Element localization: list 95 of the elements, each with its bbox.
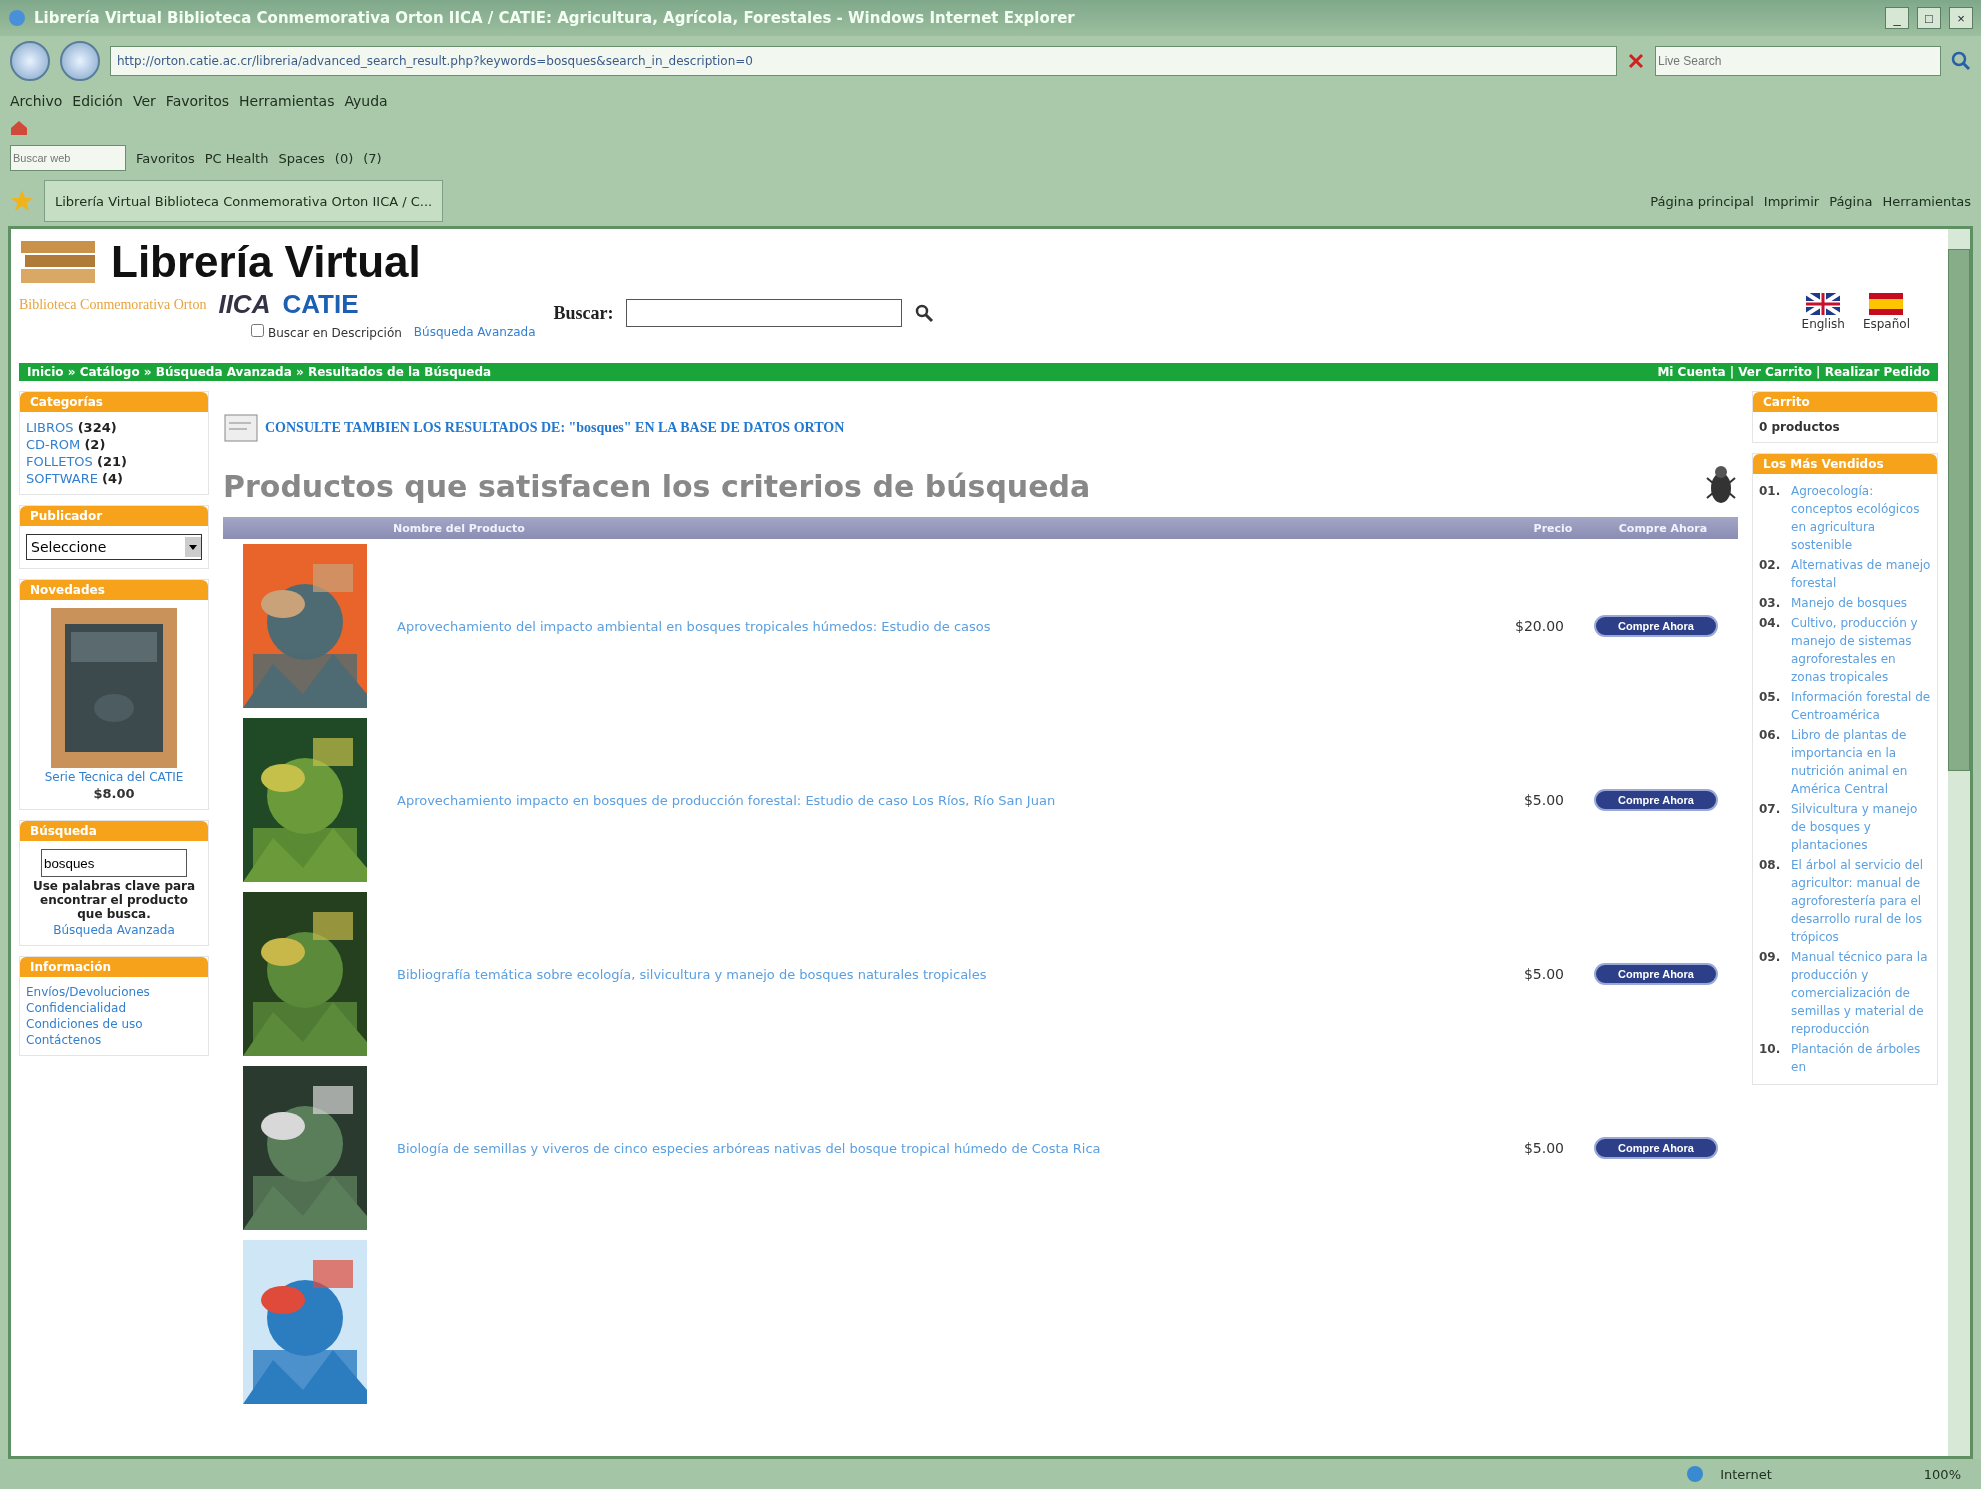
buy-now-button[interactable]: Compre Ahora [1594, 615, 1718, 637]
product-price: $20.00 [1514, 618, 1564, 634]
box-title: Publicador [20, 506, 208, 526]
info-link[interactable]: Confidencialidad [26, 1001, 127, 1015]
rank-number: 04. [1759, 615, 1782, 632]
rank-number: 06. [1759, 727, 1782, 744]
menu-item[interactable]: Ayuda [344, 93, 388, 109]
category-link[interactable]: FOLLETOS (21) [26, 454, 127, 469]
advanced-search-link[interactable]: Búsqueda Avanzada [53, 923, 175, 937]
search-icon[interactable] [913, 303, 934, 323]
window-control-button[interactable]: _ [1885, 7, 1909, 29]
partner-logo: CATIE [282, 289, 359, 320]
orton-results-link[interactable]: CONSULTE TAMBIEN LOS RESULTADOS DE: "bosques" EN LA BASE DE DATOS ORTON [265, 420, 845, 436]
column-header: Compre Ahora [1617, 521, 1709, 535]
menu-item[interactable]: Ver [133, 93, 156, 109]
page-heading: Productos que satisfacen los criterios de búsqueda [223, 468, 1091, 504]
command-bar-item[interactable]: Página principal [1650, 193, 1754, 209]
rank-number: 10. [1759, 1041, 1782, 1058]
publisher-select[interactable]: Seleccione [26, 534, 202, 560]
toolbar-item[interactable]: (0) [334, 150, 354, 166]
browser-tab[interactable]: Librería Virtual Biblioteca Conmemorativa Orton IICA / C... [44, 180, 444, 222]
browser-icon [8, 9, 26, 27]
site-subtitle: Biblioteca Conmemorativa Orton [19, 296, 207, 313]
command-bar-item[interactable]: Herramientas [1882, 193, 1971, 209]
home-icon[interactable] [10, 120, 28, 136]
box-title: Novedades [20, 580, 208, 600]
scrollbar[interactable] [1948, 229, 1970, 1456]
box-title: Carrito [1753, 392, 1937, 412]
account-links: Mi Cuenta | Ver Carrito | Realizar Pedido [1657, 365, 1930, 379]
toolbar-item[interactable]: PC Health [204, 150, 269, 166]
search-help: Use palabras clave para encontrar el producto que busca. [31, 879, 197, 921]
spain-flag-icon[interactable] [1869, 293, 1904, 315]
rank-number: 09. [1759, 949, 1782, 966]
menu-item[interactable]: Edición [72, 93, 123, 109]
info-link[interactable]: Envíos/Devoluciones [26, 985, 150, 999]
checkbox-label: Buscar en Descripción [268, 326, 402, 340]
product-price: $8.00 [93, 786, 135, 801]
rank-number: 07. [1759, 801, 1782, 818]
product-link[interactable]: Serie Tecnica del CATIE [44, 770, 184, 784]
description-checkbox[interactable] [251, 324, 264, 337]
window-title: Librería Virtual Biblioteca Conmemorativa Orton IICA / CATIE: Agricultura, Agrícola, Forestales - Windows Internet Explorer [34, 9, 1076, 27]
rank-number: 01. [1759, 483, 1782, 500]
column-header: Nombre del Producto [392, 521, 526, 535]
document-icon [223, 413, 259, 443]
quick-search-field[interactable]: bosques [41, 849, 187, 877]
search-field[interactable]: Live Search [1655, 46, 1941, 76]
address-field[interactable]: http://orton.catie.ac.cr/libreria/advanced_search_result.php?keywords=bosques&search_in_description=0 [110, 46, 1617, 76]
buy-now-button[interactable]: Compre Ahora [1594, 789, 1718, 811]
header-search-field[interactable] [625, 299, 902, 327]
search-label: Buscar: [553, 302, 614, 324]
toolbar-item[interactable]: (7) [363, 150, 382, 166]
menu-item[interactable]: Herramientas [239, 93, 335, 109]
rank-number: 02. [1759, 557, 1782, 574]
box-title: Categorías [20, 392, 208, 412]
zone-label: Internet [1720, 1466, 1772, 1482]
window-control-button[interactable]: □ [1917, 7, 1941, 29]
stop-icon[interactable] [1627, 52, 1645, 70]
toolbar-item[interactable]: Spaces [278, 150, 325, 166]
category-link[interactable]: SOFTWARE (4) [26, 471, 124, 486]
back-button[interactable] [10, 41, 50, 81]
favorites-star-icon[interactable] [10, 189, 34, 213]
breadcrumb: Inicio » Catálogo » Búsqueda Avanzada » Resultados de la Búsqueda [27, 365, 492, 379]
web-search-field[interactable]: Buscar web [10, 145, 126, 171]
language-link[interactable]: Español [1862, 317, 1910, 331]
menu-item[interactable]: Archivo [10, 93, 63, 109]
advanced-search-link[interactable]: Búsqueda Avanzada [413, 324, 536, 339]
rank-number: 08. [1759, 857, 1782, 874]
info-link[interactable]: Condiciones de uso [26, 1017, 143, 1031]
partner-logo: IICA [218, 289, 271, 320]
language-link[interactable]: English [1801, 317, 1845, 331]
cart-summary: 0 productos [1759, 420, 1840, 434]
zoom-level[interactable]: 100% [1923, 1466, 1961, 1482]
category-link[interactable]: CD-ROM (2) [26, 437, 106, 452]
command-bar-item[interactable]: Imprimir [1763, 193, 1820, 209]
forward-button[interactable] [60, 41, 100, 81]
category-link[interactable]: LIBROS (324) [26, 420, 117, 435]
uk-flag-icon[interactable] [1806, 293, 1841, 315]
buy-now-button[interactable]: Compre Ahora [1594, 1137, 1718, 1159]
site-logo: Librería Virtual [111, 237, 421, 287]
rank-number: 05. [1759, 689, 1782, 706]
info-link[interactable]: Contáctenos [26, 1033, 102, 1047]
box-title: Búsqueda [20, 821, 208, 841]
product-price: $5.00 [1522, 792, 1564, 808]
command-bar-item[interactable]: Página [1829, 193, 1873, 209]
globe-icon [1686, 1465, 1705, 1483]
toolbar-item[interactable]: Favoritos [136, 150, 195, 166]
menu-item[interactable]: Favoritos [165, 93, 230, 109]
window-control-button[interactable]: × [1949, 7, 1973, 29]
product-price: $5.00 [1522, 1140, 1564, 1156]
buy-now-button[interactable]: Compre Ahora [1594, 963, 1718, 985]
column-header: Precio [1532, 521, 1574, 535]
rank-number: 03. [1759, 595, 1782, 612]
box-title: Los Más Vendidos [1753, 454, 1937, 474]
product-price: $5.00 [1522, 966, 1564, 982]
box-title: Información [20, 957, 208, 977]
